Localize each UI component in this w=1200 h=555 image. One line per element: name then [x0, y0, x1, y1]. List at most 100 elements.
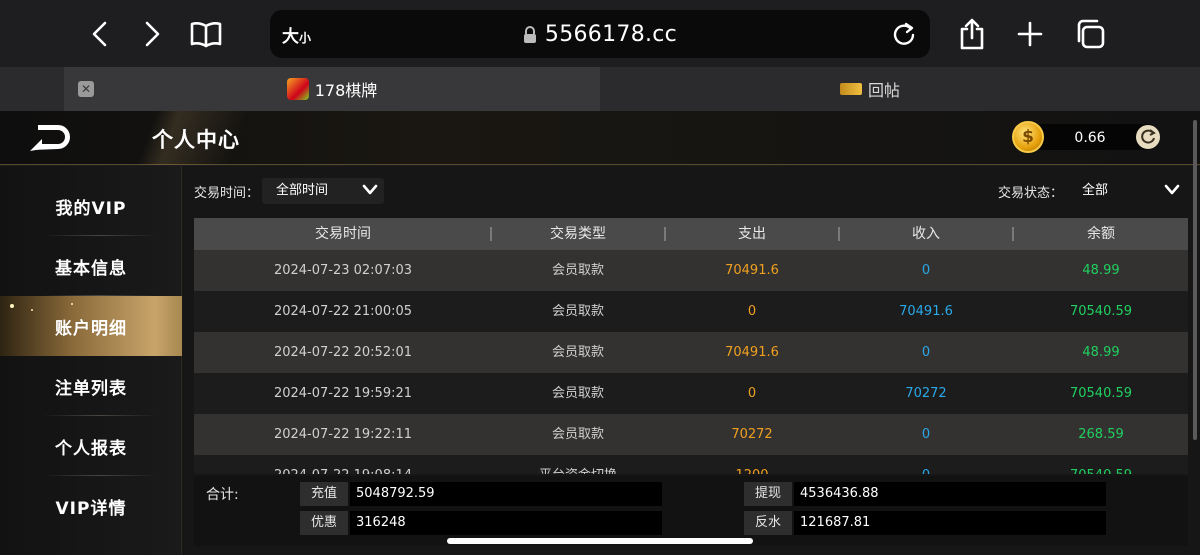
cell-type: 会员取款 [551, 345, 604, 360]
chevron-down-icon [1164, 184, 1180, 195]
sidebar-item-label: 我的VIP [55, 198, 127, 219]
cell-time: 2024-07-22 19:59:21 [273, 386, 413, 401]
cell-type: 平台资金切换 [492, 455, 664, 474]
chevron-left-icon [92, 21, 107, 47]
column-header-expense: 支出 [738, 226, 766, 242]
totals-title: 合计: [206, 487, 239, 503]
sidebar-item-personal-report[interactable]: 个人报表 [0, 416, 182, 476]
status-filter-value: 全部 [1082, 183, 1109, 198]
table-row: 2024-07-22 19:59:21 会员取款 0 70272 70540.59 [194, 373, 1188, 414]
cell-type: 会员取款 [551, 263, 604, 278]
browser-toolbar: 大小 5566178.cc [0, 0, 1200, 67]
sidebar-item-label: 账户明细 [55, 318, 127, 339]
tab-178-chess[interactable]: ✕ 178棋牌 [64, 67, 600, 111]
refresh-icon[interactable] [1135, 124, 1161, 150]
site-favicon [286, 78, 309, 100]
cell-type: 会员取款 [551, 386, 604, 401]
cell-type: 会员取款 [551, 304, 604, 319]
cell-income: 0 [921, 263, 931, 278]
cell-balance: 70540.59 [1014, 455, 1188, 474]
cell-expense: 70491.6 [725, 345, 779, 360]
chevron-down-icon [362, 184, 378, 195]
share-button[interactable] [952, 14, 992, 54]
new-tab-button[interactable] [1010, 14, 1050, 54]
address-bar[interactable]: 大小 5566178.cc [270, 10, 930, 58]
cell-time: 2024-07-23 02:07:03 [273, 263, 413, 278]
cell-expense: 70272 [731, 427, 773, 442]
sidebar-item-label: VIP详情 [55, 498, 127, 519]
plus-icon [1017, 21, 1043, 47]
sidebar-item-basic-info[interactable]: 基本信息 [0, 236, 182, 296]
cell-income: 0 [921, 345, 931, 360]
tab-label: 178棋牌 [314, 81, 378, 100]
table-row: 2024-07-22 19:08:14平台资金切换1200070540.59 [194, 455, 1188, 474]
sidebar-item-label: 基本信息 [55, 258, 127, 279]
book-icon [190, 22, 222, 48]
tab-reply[interactable]: 回帖 [600, 67, 1140, 111]
table-row: 2024-07-22 20:52:01 会员取款 70491.6 0 48.99 [194, 332, 1188, 373]
time-filter-select[interactable]: 全部时间 [262, 178, 384, 204]
cell-time: 2024-07-22 21:00:05 [273, 304, 413, 319]
gold-coin-icon: $ [1012, 121, 1044, 153]
home-indicator[interactable] [447, 538, 753, 544]
sidebar-item-my-vip[interactable]: 我的VIP [0, 176, 182, 236]
column-header-type: 交易类型 [550, 226, 606, 242]
url-display: 5566178.cc [270, 22, 930, 47]
bookmarks-button[interactable] [186, 14, 226, 54]
cell-time: 2024-07-22 20:52:01 [273, 345, 413, 360]
cell-time: 2024-07-22 19:08:14 [194, 455, 492, 474]
share-icon [960, 18, 984, 50]
bonus-value: 316248 [350, 511, 662, 535]
table-header: 交易时间 交易类型 支出 收入 余额 [194, 218, 1188, 250]
page-scrollbar[interactable] [1193, 120, 1197, 440]
tabs-icon [1077, 19, 1105, 49]
sidebar-item-account-details[interactable]: 账户明细 [0, 296, 182, 356]
tabs-overview-button[interactable] [1070, 14, 1110, 54]
sidebar-item-bet-list[interactable]: 注单列表 [0, 356, 182, 416]
tab-label: 回帖 [867, 81, 900, 100]
chevron-right-icon [145, 21, 160, 47]
balance-value: 0.66 [1074, 130, 1106, 146]
sidebar: 我的VIP 基本信息 账户明细 注单列表 个人报表 VIP详情 [0, 166, 182, 555]
cell-income: 0 [840, 455, 1012, 474]
cell-income: 70491.6 [899, 304, 953, 319]
status-filter-label: 交易状态： [998, 186, 1064, 201]
time-filter-value: 全部时间 [276, 183, 329, 198]
column-header-income: 收入 [912, 226, 940, 242]
reload-icon[interactable] [890, 20, 918, 48]
withdraw-label: 提现 [744, 482, 792, 506]
cell-income: 70272 [905, 386, 947, 401]
app-root: 大小 5566178.cc ✕ 178棋牌 回帖 个人中心 $ 0.66 我的V… [0, 0, 1200, 555]
cell-type: 会员取款 [551, 427, 604, 442]
site-favicon [839, 83, 862, 95]
back-nav-button[interactable] [80, 14, 120, 54]
page-title: 个人中心 [152, 128, 240, 152]
back-arrow-icon[interactable] [28, 123, 74, 153]
sidebar-item-label: 注单列表 [55, 378, 127, 399]
lock-icon [523, 26, 536, 43]
table-row: 2024-07-22 21:00:05 会员取款 0 70491.6 70540.59 [194, 291, 1188, 332]
column-header-time: 交易时间 [315, 226, 371, 242]
status-filter-select[interactable]: 全部 [1068, 178, 1186, 204]
account-details-panel: 交易时间： 全部时间 交易状态： 全部 交易时间 交易类型 支出 收入 余额 2… [182, 166, 1200, 555]
sidebar-item-vip-details[interactable]: VIP详情 [0, 476, 182, 536]
sidebar-item-label: 个人报表 [55, 438, 127, 459]
cell-expense: 1200 [666, 455, 838, 474]
time-filter-label: 交易时间： [194, 186, 260, 201]
table-row: 2024-07-22 19:22:11 会员取款 70272 0 268.59 [194, 414, 1188, 455]
close-icon[interactable]: ✕ [78, 81, 94, 97]
url-text: 5566178.cc [544, 22, 678, 47]
rebate-value: 121687.81 [794, 511, 1106, 535]
cell-balance: 48.99 [1082, 345, 1120, 360]
forward-nav-button[interactable] [132, 14, 172, 54]
deposit-value: 5048792.59 [350, 482, 662, 506]
cell-income: 0 [921, 427, 931, 442]
cell-expense: 0 [747, 304, 757, 319]
cell-expense: 0 [747, 386, 757, 401]
deposit-label: 充值 [300, 482, 348, 506]
tab-strip: ✕ 178棋牌 回帖 [0, 67, 1200, 111]
bonus-label: 优惠 [300, 511, 348, 535]
rebate-label: 反水 [744, 511, 792, 535]
cell-time: 2024-07-22 19:22:11 [273, 427, 413, 442]
totals-panel: 合计: 充值 5048792.59 提现 4536436.88 优惠 31624… [194, 476, 1188, 546]
